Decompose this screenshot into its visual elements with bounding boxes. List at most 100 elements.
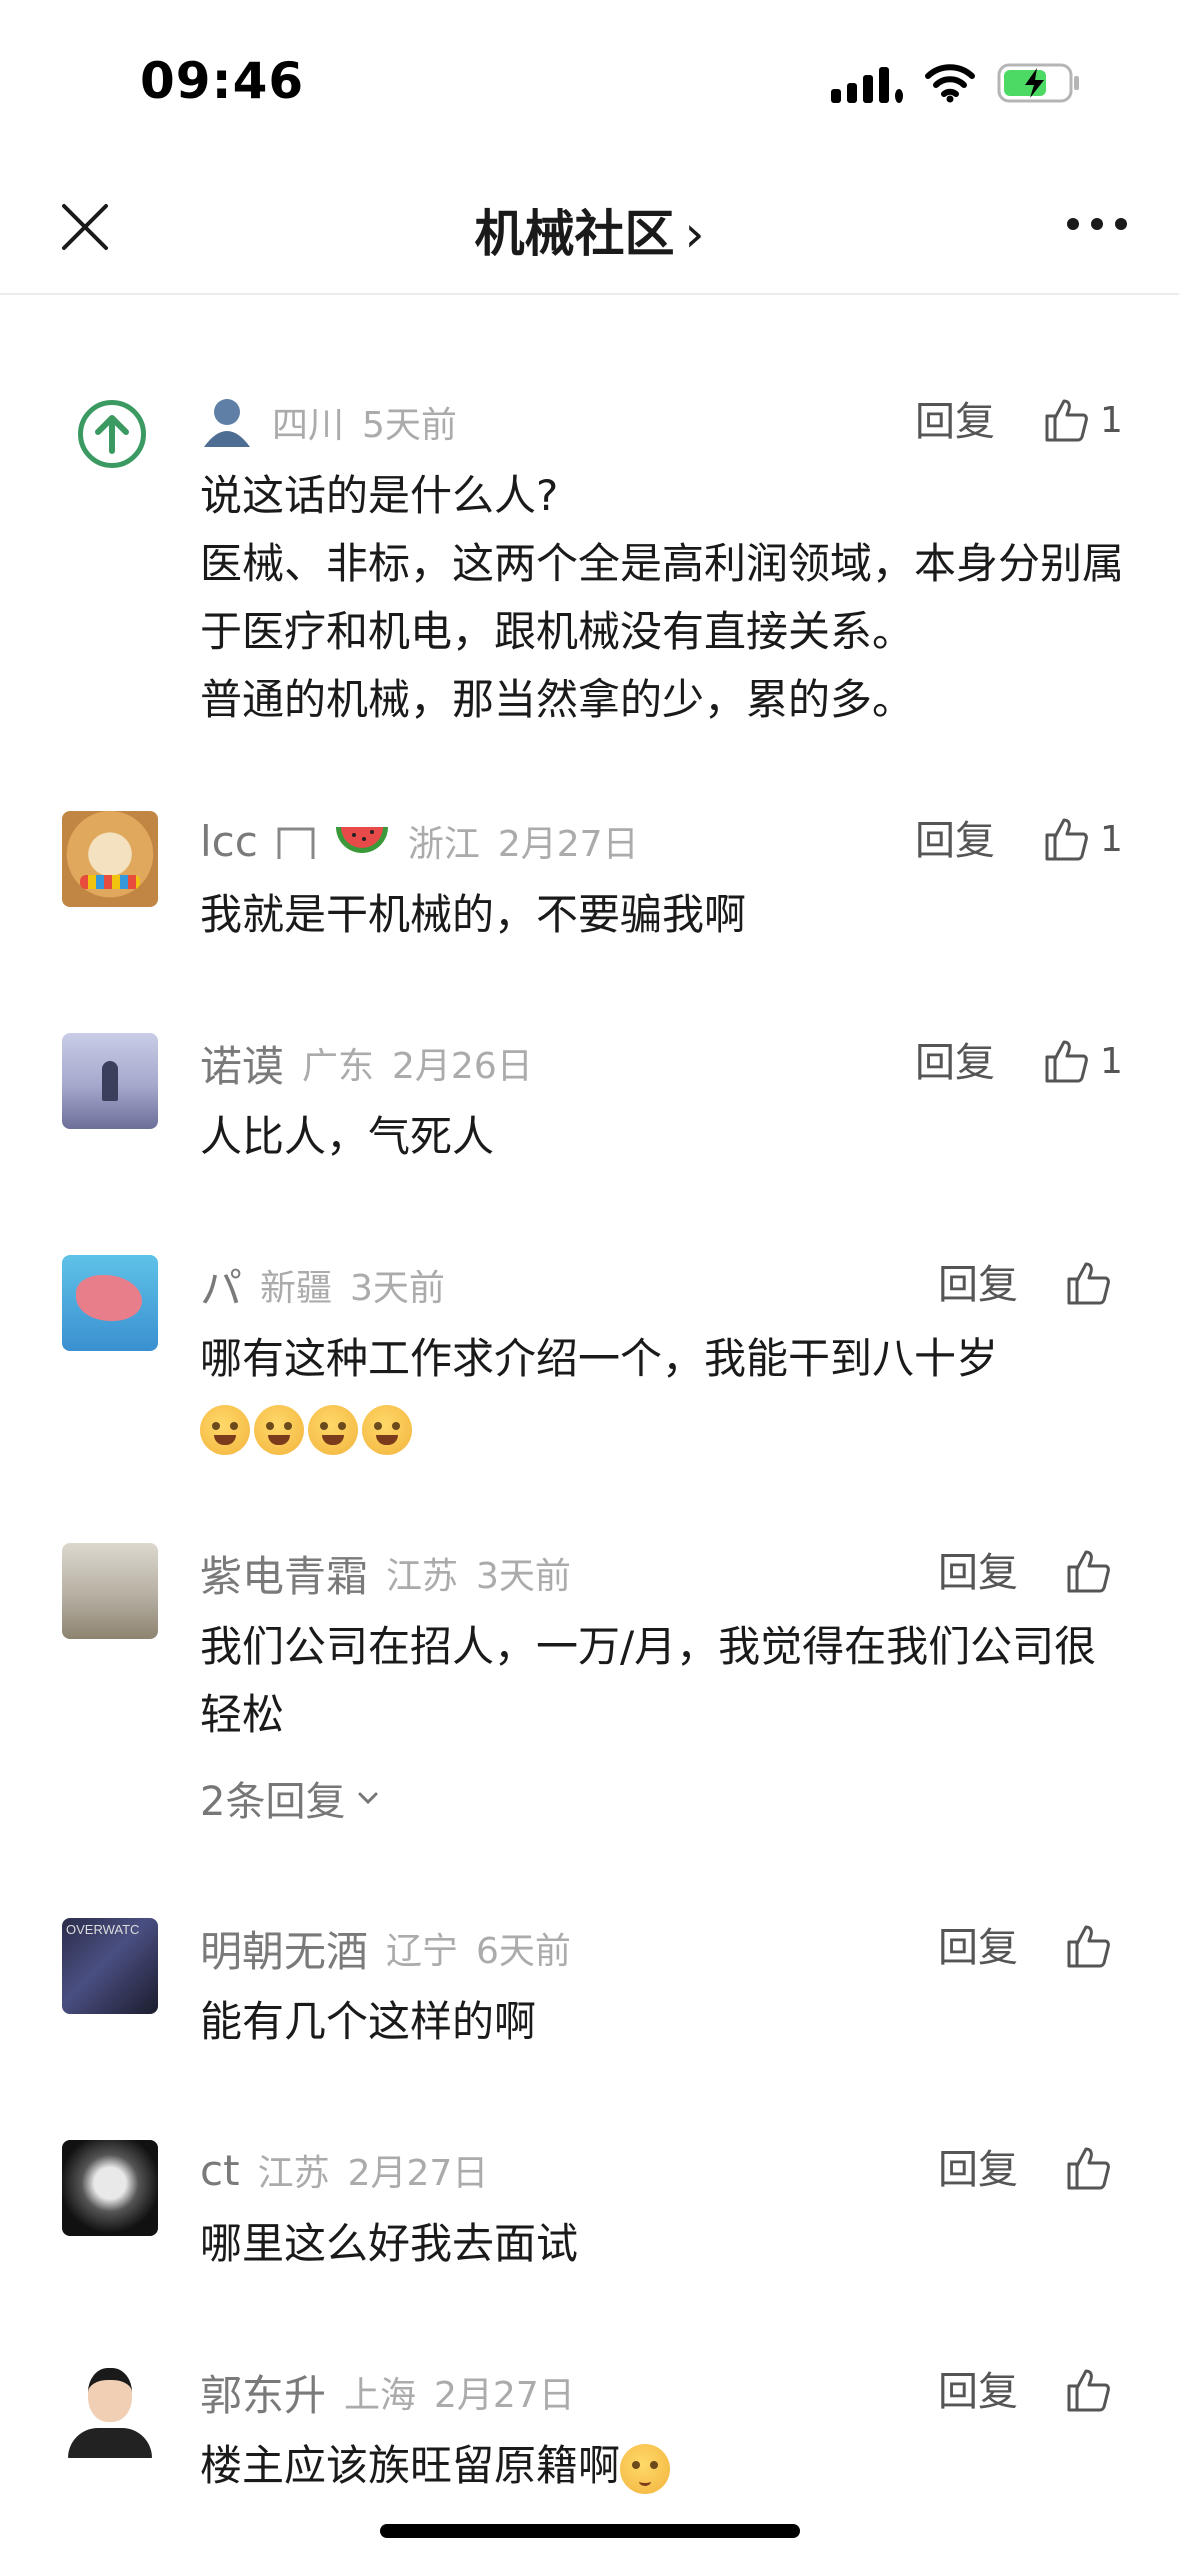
avatar[interactable] [62, 1033, 158, 1129]
reply-count: 2条回复 [200, 1779, 346, 1825]
like-button[interactable] [1064, 2144, 1112, 2192]
battery-charging-icon [997, 63, 1079, 103]
comment-text: 哪里这么好我去面试 [200, 2219, 579, 2268]
reply-button[interactable]: 回复 [938, 2140, 1018, 2200]
thumbs-up-icon [1045, 399, 1088, 442]
home-indicator[interactable] [380, 2524, 800, 2538]
thumbs-up-icon [1067, 2147, 1110, 2190]
like-button[interactable] [1064, 1547, 1112, 1595]
status-bar: 09:46 [0, 0, 1179, 160]
thumbs-up-icon [1067, 1550, 1110, 1593]
comment-time: 3天前 [476, 1556, 571, 1597]
comment-meta: lcc 浙江 2月27日 [200, 811, 639, 871]
like-button[interactable]: 1 [1042, 396, 1123, 444]
like-count: 1 [1100, 399, 1123, 441]
comment-text: 能有几个这样的啊 [200, 1997, 537, 2046]
comment-meta: ct 江苏 2月27日 [200, 2140, 488, 2200]
like-button[interactable]: 1 [1042, 815, 1123, 863]
comment-region: 新疆 [260, 1268, 333, 1309]
reply-button[interactable]: 回复 [915, 1033, 995, 1093]
avatar[interactable] [62, 1255, 158, 1351]
status-time: 09:46 [140, 52, 305, 110]
avatar[interactable] [62, 2362, 158, 2458]
avatar[interactable] [62, 2140, 158, 2236]
comment-region: 江苏 [257, 2153, 330, 2194]
comment-meta: パ 新疆 3天前 [200, 1255, 445, 1315]
comment-time: 2月27日 [347, 2153, 489, 2194]
comment-text: 楼主应该族旺留原籍啊 [200, 2432, 1130, 2500]
thumbs-up-icon [1067, 2369, 1110, 2412]
comment-meta: 郭东升 上海 2月27日 [200, 2362, 575, 2422]
crying-laughing-emoji-icon [362, 1404, 412, 1455]
like-button[interactable] [1064, 1259, 1112, 1307]
comment-time: 5天前 [362, 405, 457, 446]
reply-button[interactable]: 回复 [915, 811, 995, 871]
reply-button[interactable]: 回复 [938, 1918, 1018, 1978]
more-icon[interactable] [1067, 218, 1127, 230]
comment-time: 2月27日 [497, 824, 639, 865]
comment-time: 2月27日 [434, 2375, 575, 2416]
crying-laughing-emoji-icon [308, 1404, 358, 1455]
comment-meta: 四川 5天前 [200, 392, 457, 452]
badge-icon [277, 827, 315, 859]
crying-laughing-emoji-icon [200, 1404, 250, 1455]
nav-bar: 机械社区 › [0, 160, 1179, 295]
comment-author[interactable]: 紫电青霜 [200, 1543, 368, 1604]
reply-button[interactable]: 回复 [915, 392, 995, 452]
comment-time: 3天前 [350, 1268, 445, 1309]
like-count: 1 [1100, 1040, 1123, 1082]
comment-text: 说这话的是什么人? 医械、非标，这两个全是高利润领域，本身分别属于医疗和机电，跟… [200, 471, 1125, 724]
chevron-right-icon: › [684, 205, 705, 263]
reply-button[interactable]: 回复 [938, 1255, 1018, 1315]
comment-text: 我们公司在招人，一万/月，我觉得在我们公司很轻松 [200, 1622, 1097, 1739]
page-title-text: 机械社区 [474, 205, 675, 263]
wifi-icon [925, 64, 975, 103]
arrow-up-icon [95, 415, 129, 454]
comment-meta: 明朝无酒 辽宁 6天前 [200, 1918, 571, 1978]
comment-region: 辽宁 [386, 1931, 459, 1972]
like-button[interactable] [1064, 2366, 1112, 2414]
comment-text: 人比人，气死人 [200, 1112, 495, 1161]
comment-text-body: 楼主应该族旺留原籍啊 [200, 2441, 621, 2490]
view-replies-button[interactable]: 2条回复 [200, 1769, 383, 1827]
comment-region: 江苏 [386, 1556, 459, 1597]
comment-text-body: 哪有这种工作求介绍一个，我能干到八十岁 [200, 1334, 999, 1383]
comment-text: 我就是干机械的，不要骗我啊 [200, 890, 747, 939]
comment-region: 上海 [344, 2375, 417, 2416]
like-count: 1 [1100, 818, 1123, 860]
comment-region: 广东 [302, 1046, 375, 1087]
thumbs-up-icon [1045, 1040, 1088, 1083]
status-icons [831, 62, 1081, 104]
comment-author[interactable]: 诺谟 [200, 1033, 284, 1094]
avatar[interactable] [62, 1543, 158, 1639]
avatar[interactable] [78, 400, 146, 468]
user-icon [204, 399, 250, 447]
reply-button[interactable]: 回复 [938, 1543, 1018, 1603]
like-button[interactable]: 1 [1042, 1037, 1123, 1085]
comment-region: 四川 [272, 405, 345, 446]
comment-time: 6天前 [476, 1931, 571, 1972]
chevron-down-icon [358, 1792, 378, 1805]
comment-author[interactable]: 明朝无酒 [200, 1918, 368, 1979]
comment-author[interactable]: パ [200, 1255, 242, 1316]
comment-time: 2月26日 [392, 1046, 533, 1087]
comment-author[interactable]: ct [200, 2146, 240, 2195]
comment-author[interactable]: 郭东升 [200, 2362, 326, 2423]
comment-text: 哪有这种工作求介绍一个，我能干到八十岁 [200, 1325, 1130, 1461]
thumbs-up-icon [1067, 1262, 1110, 1305]
thumbs-up-icon [1067, 1925, 1110, 1968]
reply-button[interactable]: 回复 [938, 2362, 1018, 2422]
comment-meta: 紫电青霜 江苏 3天前 [200, 1543, 571, 1603]
like-button[interactable] [1064, 1922, 1112, 1970]
crying-laughing-emoji-icon [254, 1404, 304, 1455]
page-title[interactable]: 机械社区 › [0, 194, 1179, 266]
shy-smile-emoji-icon [620, 2443, 671, 2494]
thumbs-up-icon [1045, 818, 1088, 861]
comment-region: 浙江 [407, 824, 480, 865]
watermelon-icon [335, 827, 388, 853]
cellular-signal-icon [831, 63, 903, 103]
avatar[interactable] [62, 811, 158, 907]
avatar[interactable]: OVERWATC [62, 1918, 158, 2014]
comment-author[interactable]: lcc [200, 817, 258, 866]
comment-meta: 诺谟 广东 2月26日 [200, 1033, 533, 1093]
